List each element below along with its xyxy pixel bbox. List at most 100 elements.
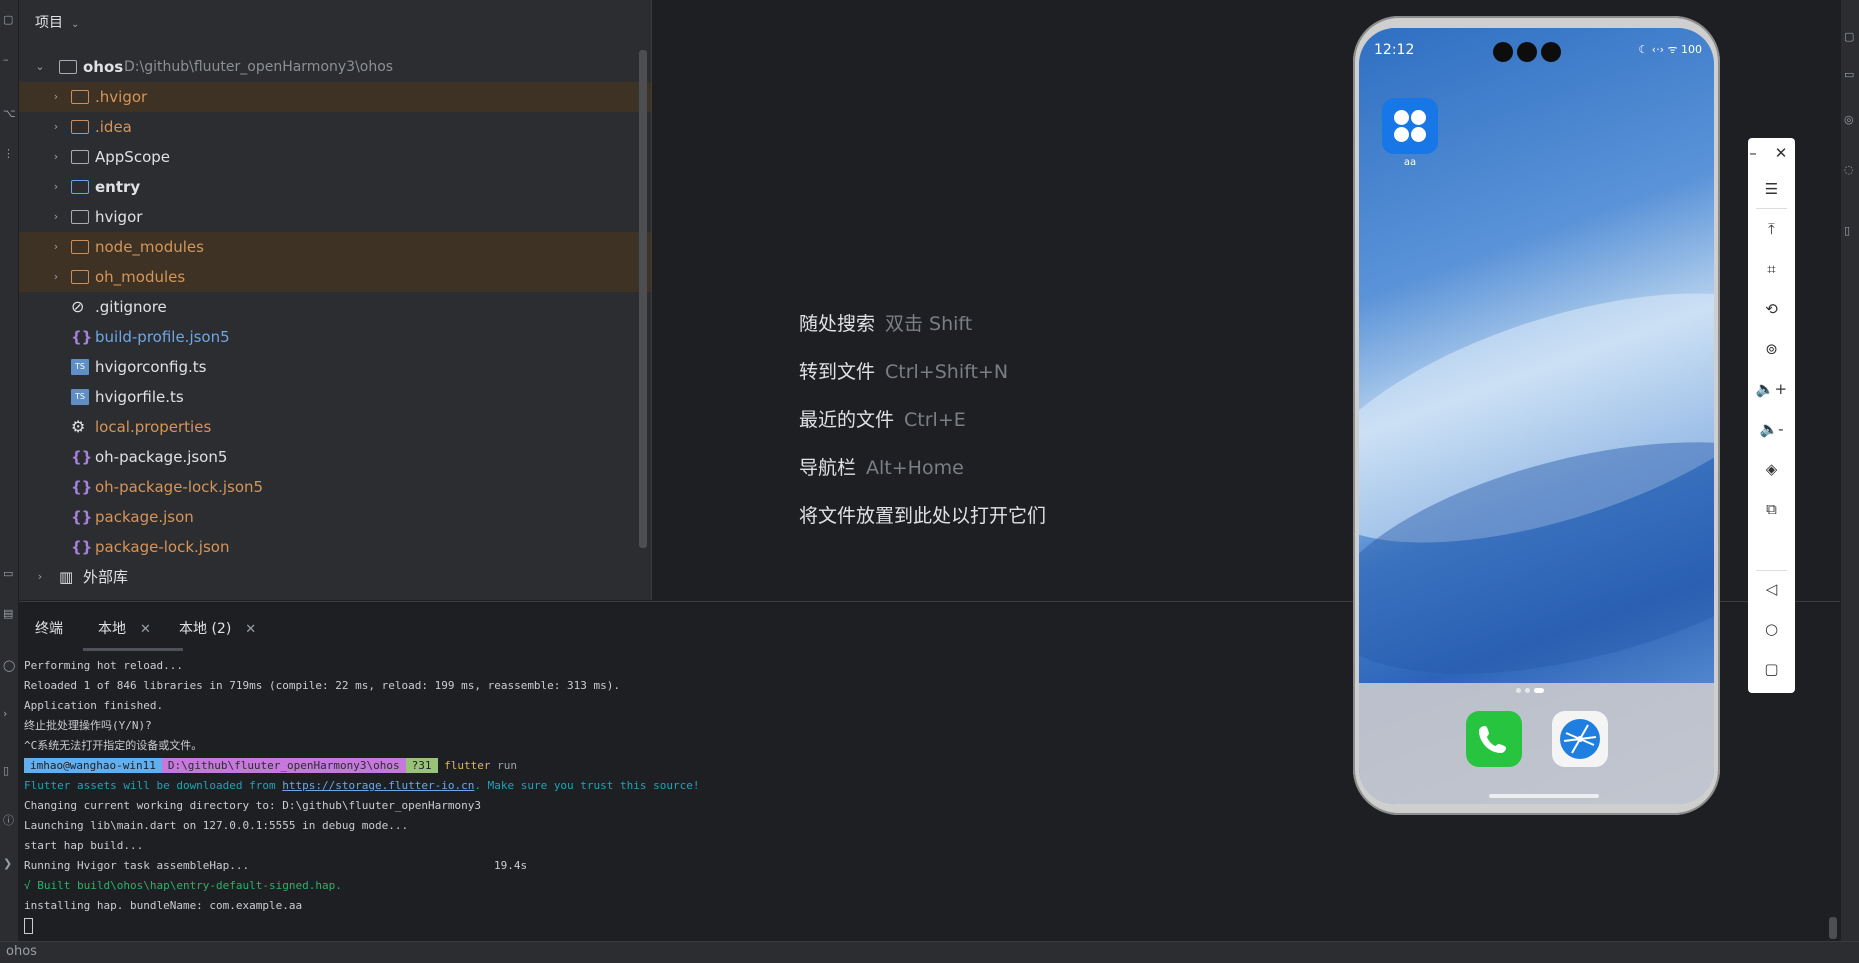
terminal-tool-icon[interactable]: ▯: [3, 765, 15, 777]
emulator-toolbar: – ✕ ☰ ⤒ ⌗ ⟲ ⊚ 🔈+ 🔈- ◈ ⧉ ◁ ○ ▢: [1748, 138, 1795, 693]
chevron-down-icon[interactable]: ⌄: [35, 52, 45, 82]
chevron-right-icon[interactable]: ›: [51, 82, 61, 112]
more-tool-icon[interactable]: ⋮: [3, 148, 15, 160]
run-tool-icon[interactable]: ◯: [3, 660, 15, 672]
active-tab-indicator: [83, 648, 183, 651]
hint-label: 随处搜索: [799, 313, 876, 335]
tree-item[interactable]: {} oh-package-lock.json5: [19, 472, 651, 502]
chevron-right-icon[interactable]: ›: [51, 262, 61, 292]
close-icon[interactable]: ✕: [140, 622, 151, 637]
page-dot: [1525, 688, 1530, 693]
chevron-right-icon[interactable]: ›: [51, 232, 61, 262]
hint-label: 最近的文件: [799, 409, 895, 431]
browser-app-icon[interactable]: [1552, 711, 1608, 767]
tree-item[interactable]: › .hvigor: [19, 82, 651, 112]
terminal-input-line[interactable]: [24, 916, 700, 936]
left-tool-strip: ▢ – ⌥ ⋮ ▭ ▤ ◯ › ▯ ⓘ ❯: [0, 0, 19, 962]
tree-item[interactable]: ⚙ local.properties: [19, 412, 651, 442]
crop-icon[interactable]: ⌗: [1748, 260, 1795, 278]
terminal-tab-local-2[interactable]: 本地 (2) ✕: [179, 618, 256, 638]
close-icon[interactable]: ✕: [1766, 144, 1796, 162]
camera-icon: [1541, 42, 1561, 62]
warning-text: Flutter assets will be downloaded from: [24, 779, 283, 792]
home-indicator[interactable]: [1489, 794, 1599, 798]
tree-item[interactable]: › oh_modules: [19, 262, 651, 292]
toolbar-separator: [1756, 208, 1787, 209]
fold-icon[interactable]: ⧉: [1748, 500, 1795, 518]
warning-link[interactable]: https://storage.flutter-io.cn: [282, 779, 474, 792]
status-project[interactable]: ohos: [6, 944, 37, 959]
tree-item[interactable]: {} build-profile.json5: [19, 322, 651, 352]
terminal-line: start hap build...: [24, 839, 144, 852]
preview-tool-icon[interactable]: ◌: [1844, 163, 1856, 176]
tree-item[interactable]: TS hvigorconfig.ts: [19, 352, 651, 382]
project-tool-icon[interactable]: ▢: [3, 14, 15, 26]
menu-icon[interactable]: ☰: [1748, 180, 1795, 198]
emulator-tool-icon[interactable]: ▯: [1844, 224, 1856, 237]
camera-cutouts: [1493, 42, 1565, 66]
tree-item[interactable]: {} package-lock.json: [19, 532, 651, 562]
phone-dock: [1359, 683, 1714, 804]
chevron-right-icon[interactable]: ›: [51, 172, 61, 202]
camera-icon: [1517, 42, 1537, 62]
root-name: ohos: [83, 58, 124, 76]
build-tool-icon[interactable]: ▤: [3, 608, 15, 620]
notifications-tool-icon[interactable]: ▢: [1844, 30, 1856, 43]
commit-tool-icon[interactable]: –: [3, 54, 15, 66]
tree-item-label: .gitignore: [95, 298, 167, 316]
assistant-tool-icon[interactable]: ◎: [1844, 113, 1856, 126]
hint-shortcut: Alt+Home: [866, 457, 964, 479]
tree-external-libs[interactable]: › ▥ 外部库: [19, 562, 651, 592]
tree-item[interactable]: › hvigor: [19, 202, 651, 232]
tree-root[interactable]: ⌄ ohos D:\github\fluuter_openHarmony3\oh…: [19, 52, 651, 82]
project-tree: ⌄ ohos D:\github\fluuter_openHarmony3\oh…: [19, 52, 651, 592]
chevron-right-icon[interactable]: ›: [51, 142, 61, 172]
petal: [1394, 110, 1409, 125]
terminal-output[interactable]: Performing hot reload... Reloaded 1 of 8…: [24, 656, 700, 936]
tree-item-label: 外部库: [83, 568, 129, 586]
tree-item[interactable]: › .idea: [19, 112, 651, 142]
close-icon[interactable]: ✕: [245, 622, 256, 637]
terminal-tab-local[interactable]: 本地 ✕: [98, 618, 151, 638]
tree-item[interactable]: › AppScope: [19, 142, 651, 172]
json-icon: {}: [71, 448, 93, 466]
device-manager-tool-icon[interactable]: ▭: [1844, 68, 1856, 81]
json-icon: {}: [71, 328, 93, 346]
phone-app-icon[interactable]: [1466, 711, 1522, 767]
json-icon: {}: [71, 538, 93, 556]
terminal-line: Reloaded 1 of 846 libraries in 719ms (co…: [24, 679, 621, 692]
tree-item[interactable]: › entry: [19, 172, 651, 202]
chevron-right-icon[interactable]: ›: [51, 112, 61, 142]
tree-item[interactable]: ⊘ .gitignore: [19, 292, 651, 322]
tree-item[interactable]: {} oh-package.json5: [19, 442, 651, 472]
minimize-icon[interactable]: –: [1738, 144, 1768, 162]
tree-item[interactable]: TS hvigorfile.ts: [19, 382, 651, 412]
pin-top-icon[interactable]: ⤒: [1748, 220, 1795, 238]
chevron-down-icon: ⌄: [71, 19, 80, 30]
app-aa-icon[interactable]: [1382, 98, 1438, 154]
chevron-right-icon[interactable]: ›: [51, 202, 61, 232]
version-tool-icon[interactable]: ❯: [3, 858, 15, 870]
rotate-icon[interactable]: ⟲: [1748, 300, 1795, 318]
module-folder-icon: [59, 60, 77, 74]
project-scrollbar[interactable]: [639, 50, 647, 548]
tree-item[interactable]: › node_modules: [19, 232, 651, 262]
volume-down-icon[interactable]: 🔈-: [1748, 420, 1795, 438]
phone-screen[interactable]: 12:12 ☾ ‹·› ᯤ 100 aa: [1359, 28, 1714, 804]
recents-icon[interactable]: ▢: [1748, 660, 1795, 678]
chevron-right-icon[interactable]: ›: [35, 562, 45, 592]
git-tool-icon[interactable]: ⓘ: [3, 815, 15, 827]
problems-tool-icon[interactable]: ›: [3, 708, 15, 720]
terminal-line: Launching lib\main.dart on 127.0.0.1:555…: [24, 819, 409, 832]
hint-shortcut: 双击 Shift: [885, 313, 973, 335]
project-view-selector[interactable]: 项目 ⌄: [35, 12, 79, 32]
back-icon[interactable]: ◁: [1748, 580, 1795, 598]
screenshot-icon[interactable]: ⊚: [1748, 340, 1795, 358]
volume-up-icon[interactable]: 🔈+: [1748, 380, 1795, 398]
shake-icon[interactable]: ◈: [1748, 460, 1795, 478]
terminal-scrollbar[interactable]: [1829, 917, 1837, 939]
tree-item[interactable]: {} package.json: [19, 502, 651, 532]
structure-tool-icon[interactable]: ⌥: [3, 108, 16, 120]
home-icon[interactable]: ○: [1748, 620, 1795, 638]
services-tool-icon[interactable]: ▭: [3, 568, 15, 580]
